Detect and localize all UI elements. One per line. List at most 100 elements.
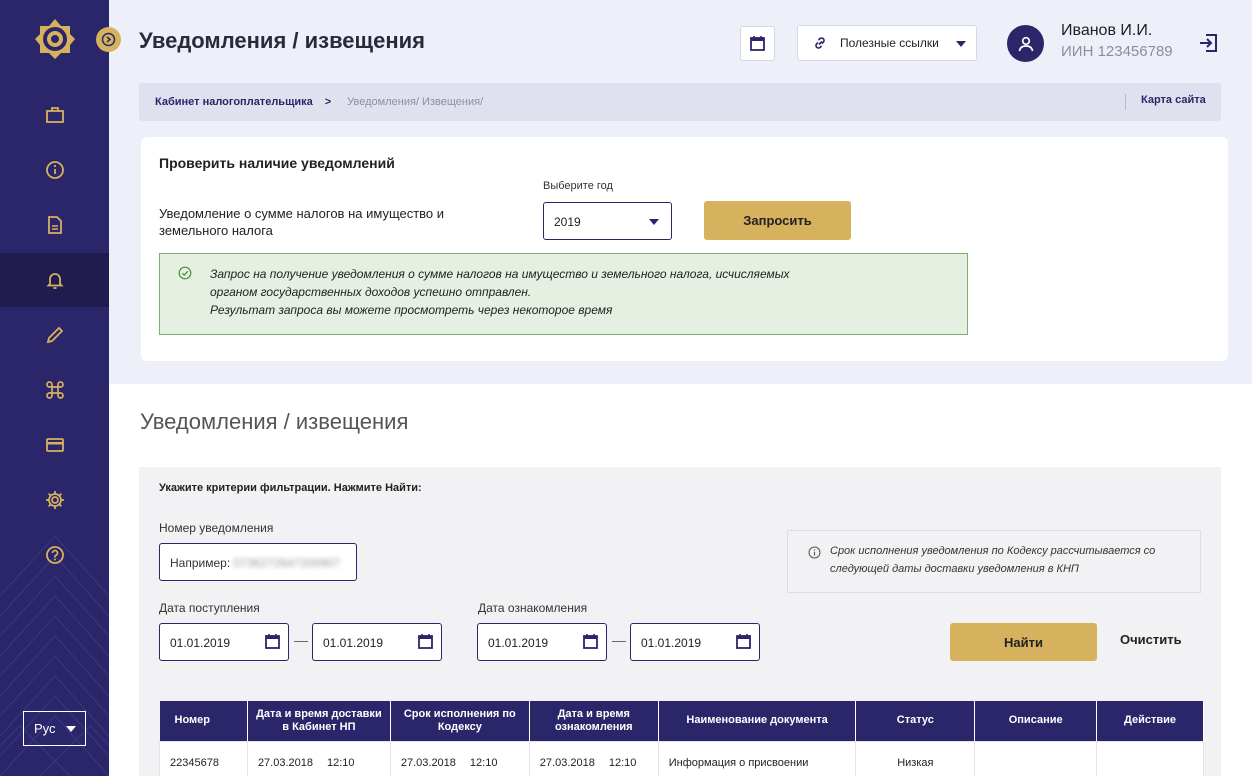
column-header[interactable]: Статус	[855, 701, 976, 741]
find-button[interactable]: Найти	[950, 623, 1097, 661]
calendar-icon[interactable]	[264, 633, 281, 650]
column-header[interactable]: Срок исполнения по Кодексу	[390, 701, 530, 741]
card-icon	[45, 438, 64, 452]
number-placeholder-prefix: Например:	[170, 556, 231, 570]
year-label: Выберите год	[543, 180, 613, 192]
section-title: Уведомления / извещения	[140, 409, 409, 434]
sidebar-item-edit[interactable]	[0, 308, 109, 362]
delivered-time: 12:10	[327, 756, 355, 769]
info-line-1: Срок исполнения уведомления по Кодексу р…	[830, 545, 1156, 557]
year-select[interactable]: 2019	[543, 202, 672, 240]
language-label: Рус	[34, 721, 56, 736]
column-header[interactable]: Дата и время ознакомления	[529, 701, 659, 741]
sidebar-toggle-button[interactable]	[96, 27, 121, 52]
date-range-dash	[612, 641, 626, 642]
command-icon	[45, 381, 64, 399]
info-line-2: следующей даты доставки уведомления в КН…	[830, 563, 1079, 575]
useful-links-dropdown[interactable]: Полезные ссылки	[797, 25, 977, 61]
briefcase-icon	[45, 107, 64, 123]
cell-action[interactable]	[1096, 740, 1204, 776]
number-placeholder-value: 0736272647200907	[233, 556, 341, 570]
success-message: Запрос на получение уведомления о сумме …	[159, 253, 968, 335]
document-icon	[47, 216, 62, 234]
chevron-down-icon	[956, 41, 966, 47]
pencil-icon	[46, 326, 63, 344]
gear-icon	[45, 491, 64, 509]
calendar-icon[interactable]	[735, 633, 752, 650]
success-line-1: Запрос на получение уведомления о сумме …	[210, 267, 790, 281]
sitemap-link[interactable]: Карта сайта	[1125, 94, 1221, 110]
language-select[interactable]: Рус	[23, 711, 86, 746]
read-from-input[interactable]: 01.01.2019	[477, 623, 607, 661]
clear-button[interactable]: Очистить	[1120, 632, 1182, 647]
read-from-value: 01.01.2019	[488, 636, 549, 650]
help-icon	[45, 546, 64, 564]
breadcrumb-separator: >	[324, 96, 332, 108]
column-header[interactable]: Дата и время доставки в Кабинет НП	[247, 701, 391, 741]
cell-status: Низкая	[855, 740, 976, 776]
notification-number-input[interactable]: Например: 0736272647200907	[159, 543, 357, 581]
delivered-date: 27.03.2018	[257, 756, 313, 769]
received-to-input[interactable]: 01.01.2019	[312, 623, 442, 661]
due-time: 12:10	[469, 756, 498, 769]
calendar-button[interactable]	[740, 26, 775, 61]
received-from-input[interactable]: 01.01.2019	[159, 623, 289, 661]
received-date-label: Дата поступления	[159, 601, 260, 615]
date-range-dash	[294, 641, 308, 642]
column-header[interactable]: Номер	[159, 701, 248, 741]
received-from-value: 01.01.2019	[170, 636, 231, 650]
filter-hint: Укажите критерии фильтрации. Нажмите Най…	[159, 482, 422, 494]
cell-read: 27.03.2018 12:10	[528, 740, 659, 776]
check-title: Проверить наличие уведомлений	[159, 155, 395, 171]
notification-number-label: Номер уведомления	[159, 521, 274, 535]
avatar[interactable]	[1007, 25, 1044, 62]
useful-links-label: Полезные ссылки	[840, 36, 939, 50]
logout-icon[interactable]	[1197, 31, 1221, 55]
column-header[interactable]: Описание	[974, 701, 1098, 741]
page-title: Уведомления / извещения	[139, 28, 425, 53]
column-header[interactable]: Действие	[1096, 701, 1204, 741]
cell-number: 22345678	[159, 740, 248, 776]
breadcrumb-current: Уведомления/ Извещения/	[347, 96, 484, 108]
notifications-table: Номер Дата и время доставки в Кабинет НП…	[159, 701, 1204, 776]
user-icon	[1018, 36, 1033, 51]
sidebar-item-settings[interactable]	[0, 473, 109, 527]
breadcrumb: Кабинет налогоплательщика > Уведомления/…	[139, 83, 1221, 121]
success-line-2: органом государственных доходов успешно …	[210, 285, 532, 299]
sidebar-item-info[interactable]	[0, 143, 109, 197]
sidebar-item-command[interactable]	[0, 363, 109, 417]
cell-doc-name[interactable]: Информация о присвоении	[657, 740, 857, 776]
arrow-right-circle-icon	[101, 32, 116, 47]
check-description: Уведомление о сумме налогов на имущество…	[159, 206, 445, 238]
link-icon	[815, 37, 825, 49]
table-header-row: Номер Дата и время доставки в Кабинет НП…	[159, 701, 1204, 741]
check-notifications-card: Проверить наличие уведомлений Уведомлени…	[141, 137, 1228, 361]
table-row[interactable]: 22345678 27.03.2018 12:10 27.03.2018 12:10…	[159, 740, 1204, 776]
sidebar: Рус	[0, 0, 109, 776]
request-button[interactable]: Запросить	[704, 201, 851, 240]
read-to-input[interactable]: 01.01.2019	[630, 623, 760, 661]
read-date: 27.03.2018	[539, 756, 595, 769]
sidebar-item-payments[interactable]	[0, 418, 109, 472]
read-to-value: 01.01.2019	[641, 636, 702, 650]
due-date: 27.03.2018	[400, 756, 456, 769]
logo[interactable]	[34, 18, 76, 60]
read-date-label: Дата ознакомления	[478, 601, 588, 615]
calendar-icon[interactable]	[417, 633, 434, 650]
info-icon	[808, 546, 821, 559]
breadcrumb-root[interactable]: Кабинет налогоплательщика	[155, 96, 313, 108]
check-circle-icon	[178, 266, 192, 280]
sidebar-item-documents[interactable]	[0, 198, 109, 252]
sidebar-item-notifications[interactable]	[0, 253, 109, 307]
info-note: Срок исполнения уведомления по Кодексу р…	[787, 530, 1201, 593]
chevron-down-icon	[649, 219, 659, 225]
sidebar-item-cabinet[interactable]	[0, 88, 109, 142]
cell-due: 27.03.2018 12:10	[389, 740, 530, 776]
year-value: 2019	[554, 215, 581, 229]
info-icon	[45, 161, 64, 179]
sidebar-item-help[interactable]	[0, 528, 109, 582]
calendar-icon[interactable]	[582, 633, 599, 650]
user-name: Иванов И.И.	[1061, 22, 1153, 39]
cell-description	[974, 740, 1098, 776]
column-header[interactable]: Наименование документа	[658, 701, 857, 741]
